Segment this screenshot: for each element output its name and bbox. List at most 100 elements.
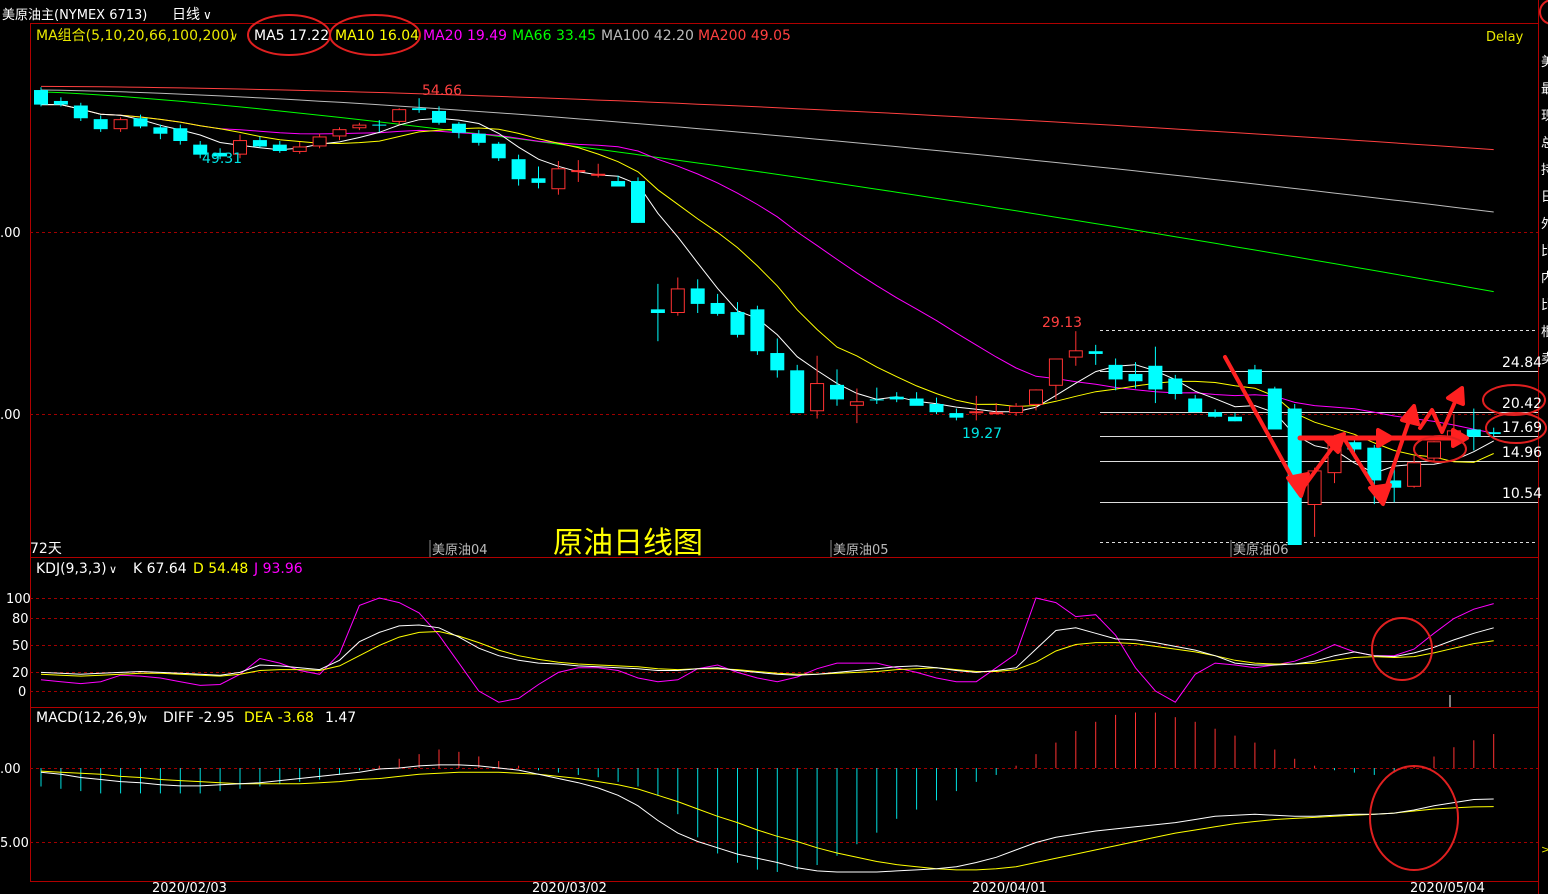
low-label-49-31: 49.31 [202,151,242,167]
top-right-circle [1539,0,1548,25]
y-tick-macd-0: .00 [0,762,21,777]
ma-group-label[interactable]: MA组合(5,10,20,66,100,200) [36,28,235,44]
kdj-j-value: J 93.96 [253,561,303,577]
x-tick-0: 2020/02/03 [152,881,227,894]
candle [113,117,128,132]
side-char: 总 [1541,136,1548,151]
fib-label-10-54: 10.54 [1502,486,1542,502]
macd-chevron-icon[interactable]: ∨ [140,712,148,725]
candle [471,130,486,146]
candle [1188,394,1203,413]
macd-diff-value: DIFF -2.95 [163,710,235,726]
kdj-k-value: K 67.64 [133,561,187,577]
kdj-chevron-icon[interactable]: ∨ [109,563,117,576]
ma66-label: MA66 33.45 [512,28,596,44]
candle [551,161,566,195]
candle [929,397,944,414]
y-ticks: .00 .00 100 80 50 20 0 .00 5.00 [0,226,31,851]
x-axis: 2020/02/03 2020/03/02 2020/04/01 2020/05… [152,881,1485,894]
candle [1407,455,1422,488]
candle [1267,386,1282,430]
x-tick-3: 2020/05/04 [1410,881,1485,894]
price-annotations: 54.66 49.31 29.13 19.27 [202,83,1082,442]
candle [1068,331,1083,366]
candle [292,141,307,154]
macd-legend: MACD(12,26,9) ∨ DIFF -2.95 DEA -3.68 1.4… [36,710,356,726]
candle [969,395,984,421]
candle [1208,409,1223,418]
candle [790,364,805,414]
gridlines [30,232,1538,843]
candle [690,279,705,313]
side-char: 外 [1541,217,1548,232]
period-selector[interactable]: 日线 [172,7,200,23]
candle [611,175,626,187]
kdj-cross-circle [1371,617,1433,681]
y-tick-kdj-100: 100 [6,592,31,607]
kdj-j-line [40,597,1494,703]
candle [272,141,287,153]
candle [1048,358,1063,400]
side-char: 日 [1541,190,1548,205]
candle [34,87,48,107]
candle [750,305,765,355]
peak-label-29-13: 29.13 [1042,315,1082,331]
candle [531,166,546,189]
y-tick-kdj-20: 20 [12,666,29,681]
candle [1009,403,1024,416]
fib-labels: 24.84 20.42 17.69 14.96 10.54 [1502,355,1542,502]
ma200-label: MA200 49.05 [698,28,791,44]
y-tick-macd-1: 5.00 [0,836,29,851]
kdj-legend: KDJ(9,3,3) ∨ K 67.64 D 54.48 J 93.96 [36,561,303,577]
fib-label-24-84: 24.84 [1502,355,1542,371]
chart-caption: 原油日线图 [553,526,703,561]
instrument-title[interactable]: 美原油主(NYMEX 6713) [2,8,147,23]
side-char: 美 [1541,55,1548,70]
candle [770,338,785,378]
macd-right-marker: > [1541,843,1548,856]
candle [1088,344,1103,365]
y-tick-main-1: .00 [0,408,21,423]
candle [312,133,327,149]
ma20-label: MA20 19.49 [423,28,507,44]
days-label: 72天 [30,541,62,557]
y-tick-main-0: .00 [0,226,21,241]
macd-diff-line [40,764,1494,873]
macd-indicator-label[interactable]: MACD(12,26,9) [36,710,142,726]
low-label-19-27: 19.27 [962,426,1002,442]
candle [1427,441,1441,463]
candle [392,108,407,125]
candle [93,115,108,132]
kdj-k-line [40,624,1494,676]
candle [730,302,745,338]
side-char: 比 [1541,298,1548,313]
peak-label-54-66: 54.66 [422,83,462,99]
ma10-label: MA10 16.04 [335,28,419,44]
side-char: 内 [1541,270,1548,286]
chart-canvas: 美原油主(NYMEX 6713) 日线 ∨ MA组合(5,10,20,66,10… [0,0,1548,894]
candle [650,283,665,342]
contract-label-04: 美原油04 [432,543,488,558]
y-tick-kdj-50: 50 [12,639,29,654]
macd-dea-line [40,770,1494,871]
candle [352,122,367,131]
side-char: 比 [1541,244,1548,259]
candle [810,355,825,419]
candle [830,369,844,406]
kdj-indicator-label[interactable]: KDJ(9,3,3) [36,561,107,577]
ma-legend: MA组合(5,10,20,66,100,200) ∨ MA5 17.22 MA1… [36,14,791,56]
candle [710,293,725,316]
frame [30,0,1539,894]
candle [631,177,645,223]
candle [571,160,586,182]
y-tick-kdj-0: 0 [18,685,26,700]
chevron-down-icon[interactable]: ∨ [203,8,212,22]
candle [1108,358,1123,391]
side-char: 现 [1541,109,1548,124]
ma-group-chevron-icon[interactable]: ∨ [230,30,238,43]
macd-hist-value: 1.47 [325,710,356,726]
candlesticks [34,87,1501,545]
candle [591,163,606,178]
x-tick-1: 2020/03/02 [532,881,607,894]
contract-label-06: 美原油06 [1233,543,1289,558]
